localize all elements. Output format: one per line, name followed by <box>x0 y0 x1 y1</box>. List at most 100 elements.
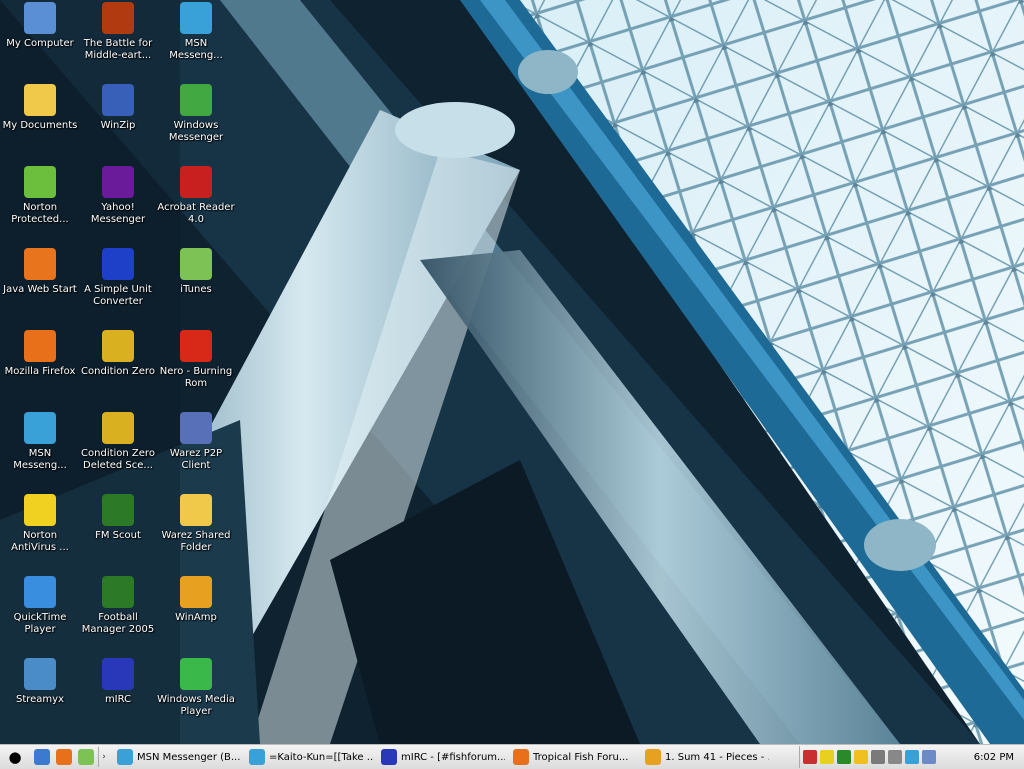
desktop-icon[interactable]: Warez P2P Client <box>157 410 235 490</box>
nero-icon <box>180 330 212 362</box>
quick-launch-bar <box>30 747 99 767</box>
desktop-icon[interactable]: Norton AntiVirus ... <box>1 492 79 572</box>
speaker-icon[interactable] <box>871 750 885 764</box>
show-desktop-icon[interactable] <box>34 749 50 765</box>
itunes-icon[interactable] <box>78 749 94 765</box>
desktop-icon[interactable]: QuickTime Player <box>1 574 79 654</box>
desktop-icon[interactable]: mIRC <box>79 656 157 736</box>
desktop-icon[interactable]: The Battle for Middle-eart... <box>79 0 157 80</box>
java-web-start-icon <box>24 248 56 280</box>
desktop-icon[interactable]: Yahoo! Messenger <box>79 164 157 244</box>
mail-icon[interactable] <box>922 750 936 764</box>
yahoo-icon[interactable] <box>854 750 868 764</box>
msn-tray-icon[interactable] <box>905 750 919 764</box>
desktop-icon[interactable]: MSN Messeng... <box>157 0 235 80</box>
desktop-icon[interactable]: Nero - Burning Rom <box>157 328 235 408</box>
desktop-icon[interactable]: iTunes <box>157 246 235 326</box>
winamp-icon <box>180 576 212 608</box>
winzip-icon <box>102 84 134 116</box>
desktop-icon-label: mIRC <box>104 694 132 705</box>
desktop-icon-label: My Computer <box>6 38 74 49</box>
my-documents-icon <box>24 84 56 116</box>
desktop-icon-label: Football Manager 2005 <box>81 612 155 635</box>
desktop-icon[interactable]: WinZip <box>79 82 157 162</box>
streamyx-icon <box>24 658 56 690</box>
network-disconnected-icon[interactable] <box>803 750 817 764</box>
printer-icon[interactable] <box>888 750 902 764</box>
firefox-icon[interactable] <box>56 749 72 765</box>
desktop-icon[interactable]: A Simple Unit Converter <box>79 246 157 326</box>
desktop-icon-label: MSN Messeng... <box>169 38 223 61</box>
desktop-icon[interactable]: Norton Protected... <box>1 164 79 244</box>
desktop-icon[interactable]: WinAmp <box>157 574 235 654</box>
desktop-icon-label: Condition Zero Deleted Sce... <box>81 448 155 471</box>
football-manager-icon <box>102 576 134 608</box>
desktop-icon-label: Windows Messenger <box>168 120 224 143</box>
desktop-icon-label: QuickTime Player <box>13 612 67 635</box>
firefox-icon <box>24 330 56 362</box>
battle-middle-earth-icon <box>102 2 134 34</box>
system-tray: 6:02 PM <box>799 746 1024 768</box>
desktop-icon[interactable]: Java Web Start <box>1 246 79 326</box>
meter-icon[interactable] <box>837 750 851 764</box>
desktop-icon-label: Yahoo! Messenger <box>90 202 146 225</box>
desktop-icon-label: Nero - Burning Rom <box>159 366 233 389</box>
quicktime-icon <box>24 576 56 608</box>
desktop-icon[interactable]: Acrobat Reader 4.0 <box>157 164 235 244</box>
desktop-icon[interactable]: My Documents <box>1 82 79 162</box>
task-buttons: MSN Messenger (B... =Kaito-Kun=[[Take ...… <box>109 747 769 767</box>
desktop-icon[interactable]: Mozilla Firefox <box>1 328 79 408</box>
desktop-icon[interactable]: Streamyx <box>1 656 79 736</box>
desktop-icon-label: Norton Protected... <box>11 202 69 225</box>
desktop-icon-label: Streamyx <box>15 694 65 705</box>
desktop-icon-label: Java Web Start <box>3 284 77 295</box>
msn-messenger-icon <box>117 749 133 765</box>
desktop-icon[interactable]: Windows Media Player <box>157 656 235 736</box>
taskbar-button[interactable]: MSN Messenger (B... <box>113 747 241 767</box>
desktop-icon-label: Warez P2P Client <box>169 448 223 471</box>
taskbar-button[interactable]: mIRC - [#fishforum.... <box>377 747 505 767</box>
winamp-icon <box>645 749 661 765</box>
yahoo-messenger-icon <box>102 166 134 198</box>
fm-scout-icon <box>102 494 134 526</box>
my-computer-icon <box>24 2 56 34</box>
desktop-icon[interactable]: Windows Messenger <box>157 82 235 162</box>
desktop-icon-label: iTunes <box>180 284 212 295</box>
desktop-icon-label: Norton AntiVirus ... <box>11 530 69 553</box>
quick-launch-chevron[interactable]: › <box>99 752 109 762</box>
desktop-icon-label: My Documents <box>2 120 78 131</box>
desktop-icon[interactable]: Football Manager 2005 <box>79 574 157 654</box>
taskbar-button-label: =Kaito-Kun=[[Take ... <box>269 751 373 763</box>
desktop-icon[interactable]: Warez Shared Folder <box>157 492 235 572</box>
start-button[interactable]: ● <box>0 746 30 768</box>
condition-zero-icon <box>102 330 134 362</box>
taskbar-button-label: Tropical Fish Foru... <box>533 751 629 763</box>
desktop-icon-label: The Battle for Middle-eart... <box>83 38 153 61</box>
desktop-icon[interactable]: Condition Zero <box>79 328 157 408</box>
taskbar-button[interactable]: Tropical Fish Foru... <box>509 747 637 767</box>
desktop-icon-label: Mozilla Firefox <box>4 366 76 377</box>
desktop-icon-label: FM Scout <box>95 530 141 541</box>
taskbar-button[interactable]: =Kaito-Kun=[[Take ... <box>245 747 373 767</box>
folder-icon <box>180 494 212 526</box>
firefox-icon <box>513 749 529 765</box>
desktop-icon-label: Warez Shared Folder <box>161 530 231 553</box>
desktop-icon-label: WinAmp <box>175 612 217 623</box>
mirc-icon <box>381 749 397 765</box>
msn-messenger-icon <box>180 2 212 34</box>
desktop-icon[interactable]: FM Scout <box>79 492 157 572</box>
windows-messenger-icon <box>180 84 212 116</box>
norton-icon[interactable] <box>820 750 834 764</box>
msn-messenger-icon <box>24 412 56 444</box>
clock[interactable]: 6:02 PM <box>974 752 1014 763</box>
taskbar-button[interactable]: 1. Sum 41 - Pieces - ... <box>641 747 769 767</box>
desktop-icon-label: WinZip <box>100 120 136 131</box>
desktop-icon[interactable]: My Computer <box>1 0 79 80</box>
msn-chat-icon <box>249 749 265 765</box>
windows-media-player-icon <box>180 658 212 690</box>
mirc-icon <box>102 658 134 690</box>
condition-zero-deleted-scenes-icon <box>102 412 134 444</box>
desktop-icon[interactable]: Condition Zero Deleted Sce... <box>79 410 157 490</box>
desktop-icon-label: A Simple Unit Converter <box>84 284 152 307</box>
desktop-icon[interactable]: MSN Messeng... <box>1 410 79 490</box>
